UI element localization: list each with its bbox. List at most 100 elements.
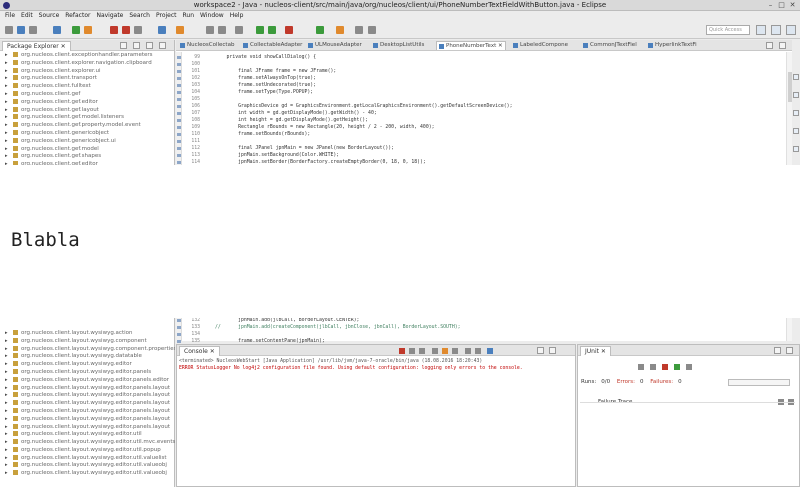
code-line[interactable]: 101 final JFrame frame = new JFrame(); — [183, 68, 336, 75]
word-wrap-icon[interactable] — [452, 348, 458, 354]
expand-arrow-icon[interactable]: ▸ — [5, 353, 8, 361]
minimize-button[interactable]: – — [766, 1, 775, 10]
javadoc-icon[interactable] — [793, 128, 799, 134]
problems-icon[interactable] — [793, 110, 799, 116]
run-last-icon[interactable] — [268, 26, 276, 34]
code-line[interactable]: 112 final JPanel jpnMain = new JPanel(ne… — [183, 145, 394, 152]
minimize-view-icon[interactable] — [146, 42, 153, 49]
code-line[interactable]: 111 — [183, 138, 215, 145]
java-perspective-icon[interactable] — [771, 25, 781, 35]
declaration-icon[interactable] — [793, 146, 799, 152]
expand-arrow-icon[interactable]: ▸ — [5, 114, 8, 122]
expand-arrow-icon[interactable]: ▸ — [5, 338, 8, 346]
package-tree-item[interactable]: ▸ org.nucleos.client.layout.wysiwyg.edito… — [0, 454, 175, 463]
clear-console-icon[interactable] — [432, 348, 438, 354]
pin-console-icon[interactable] — [465, 348, 471, 354]
expand-arrow-icon[interactable]: ▸ — [5, 91, 8, 99]
new-java-project-icon[interactable] — [110, 26, 118, 34]
open-task-icon[interactable] — [316, 26, 324, 34]
expand-arrow-icon[interactable]: ▸ — [5, 122, 8, 130]
editor-tab[interactable]: CollectableAdapter — [241, 41, 302, 50]
expand-arrow-icon[interactable]: ▸ — [5, 408, 8, 416]
expand-arrow-icon[interactable]: ▸ — [5, 455, 8, 463]
prev-edit-icon[interactable] — [336, 26, 344, 34]
code-line[interactable]: 109 Rectangle rBounds = new Rectangle(20… — [183, 124, 434, 131]
terminate-icon[interactable] — [399, 348, 405, 354]
expand-arrow-icon[interactable]: ▸ — [5, 153, 8, 161]
package-tree-item[interactable]: ▸ org.nucleos.client.layout.wysiwyg.edito… — [0, 462, 175, 470]
link-with-editor-icon[interactable] — [133, 42, 140, 49]
collapse-all-icon[interactable] — [120, 42, 127, 49]
package-tree-item[interactable]: ▸ org.nucleos.client.gef.shapes — [0, 153, 175, 161]
package-tree-item[interactable]: ▸ org.nucleos.client.layout.wysiwyg.actio… — [0, 329, 175, 338]
menu-help[interactable]: Help — [227, 11, 247, 19]
package-tree-item[interactable]: ▸ org.nucleos.client.transport — [0, 75, 175, 83]
forward-icon[interactable] — [368, 26, 376, 34]
expand-arrow-icon[interactable]: ▸ — [5, 138, 8, 146]
package-tree-item[interactable]: ▸ org.nucleos.client.genericobject — [0, 129, 175, 138]
expand-arrow-icon[interactable]: ▸ — [5, 146, 8, 154]
expand-arrow-icon[interactable]: ▸ — [5, 416, 8, 424]
package-tree-item[interactable]: ▸ org.nucleos.client.layout.wysiwyg.compo… — [0, 337, 175, 346]
editor-tab[interactable]: CommonJTextFiel — [581, 41, 637, 50]
open-perspective-icon[interactable] — [756, 25, 766, 35]
package-tree-item[interactable]: ▸ org.nucleos.client.gef.layout — [0, 106, 175, 115]
new-class-icon[interactable] — [134, 26, 142, 34]
prev-annotation-icon[interactable] — [206, 26, 214, 34]
editor-tab[interactable]: ULMouseAdapter — [306, 41, 362, 50]
new-package-icon[interactable] — [122, 26, 130, 34]
expand-arrow-icon[interactable]: ▸ — [5, 346, 8, 354]
external-tools-icon[interactable] — [84, 26, 92, 34]
expand-arrow-icon[interactable]: ▸ — [5, 330, 8, 338]
maximize-view-icon[interactable] — [159, 42, 166, 49]
maximize-view-icon[interactable] — [549, 347, 556, 354]
tab-junit[interactable]: JUnit ✕ — [580, 346, 611, 356]
terminate-icon[interactable] — [285, 26, 293, 34]
debug-icon[interactable] — [53, 26, 61, 34]
expand-arrow-icon[interactable]: ▸ — [5, 424, 8, 432]
code-line[interactable]: 99 private void showCallDialog() { — [183, 54, 316, 61]
package-tree-item[interactable]: ▸ org.nucleos.client.layout.wysiwyg.edito… — [0, 415, 175, 424]
code-line[interactable]: 103 frame.setUndecorated(true); — [183, 82, 316, 89]
menu-run[interactable]: Run — [180, 11, 198, 19]
code-line[interactable]: 133 // jpnMain.add(createComponent(jlbCal… — [183, 324, 460, 331]
package-tree-item[interactable]: ▸ org.nucleos.client.layout.wysiwyg.edito… — [0, 392, 175, 400]
expand-arrow-icon[interactable]: ▸ — [5, 130, 8, 138]
editor-tab[interactable]: DesktopListUtils — [371, 41, 424, 50]
expand-arrow-icon[interactable]: ▸ — [5, 447, 8, 455]
package-tree-item[interactable]: ▸ org.nucleos.client.layout.wysiwyg.compo… — [0, 345, 175, 354]
expand-arrow-icon[interactable]: ▸ — [5, 377, 8, 385]
tab-package-explorer[interactable]: Package Explorer ✕ — [2, 41, 71, 51]
code-line[interactable]: 105 — [183, 96, 215, 103]
code-line[interactable]: 108 int height = gd.getDisplayMode().get… — [183, 117, 368, 124]
expand-arrow-icon[interactable]: ▸ — [5, 75, 8, 83]
close-button[interactable]: ✕ — [788, 1, 797, 10]
expand-arrow-icon[interactable]: ▸ — [5, 107, 8, 115]
package-tree-item[interactable]: ▸ org.nucleos.client.layout.wysiwyg.edito… — [0, 400, 175, 408]
menu-window[interactable]: Window — [197, 11, 227, 19]
expand-arrow-icon[interactable]: ▸ — [5, 400, 8, 408]
package-tree-item[interactable]: ▸ org.nucleos.client.layout.wysiwyg.edito… — [0, 361, 175, 369]
package-tree-item[interactable]: ▸ org.nucleos.client.gef — [0, 90, 175, 99]
minimize-editor-icon[interactable] — [766, 42, 773, 49]
expand-arrow-icon[interactable]: ▸ — [5, 68, 8, 76]
expand-arrow-icon[interactable]: ▸ — [5, 431, 8, 439]
expand-arrow-icon[interactable]: ▸ — [5, 392, 8, 400]
expand-arrow-icon[interactable]: ▸ — [5, 52, 8, 60]
remove-all-icon[interactable] — [419, 348, 425, 354]
open-console-icon[interactable] — [487, 348, 493, 354]
code-line[interactable]: 132 jpnMain.add(jlbCall, BorderLayout.CE… — [183, 317, 359, 324]
package-tree-item[interactable]: ▸ org.nucleos.client.layout.wysiwyg.edito… — [0, 446, 175, 455]
prev-failure-icon[interactable] — [650, 364, 656, 370]
package-tree-item[interactable]: ▸ org.nucleos.client.gef.editor — [0, 98, 175, 107]
package-tree-item[interactable]: ▸ org.nucleos.client.gef.model.listeners — [0, 114, 175, 122]
package-tree-item[interactable]: ▸ org.nucleos.client.layout.wysiwyg.edito… — [0, 431, 175, 439]
test-history-icon[interactable] — [686, 364, 692, 370]
save-icon[interactable] — [17, 26, 25, 34]
run-icon[interactable] — [72, 26, 80, 34]
expand-arrow-icon[interactable]: ▸ — [5, 60, 8, 68]
menu-file[interactable]: File — [2, 11, 18, 19]
menu-project[interactable]: Project — [153, 11, 180, 19]
maximize-editor-icon[interactable] — [779, 42, 786, 49]
package-tree-item[interactable]: ▸ org.nucleos.client.layout.wysiwyg.edito… — [0, 407, 175, 416]
